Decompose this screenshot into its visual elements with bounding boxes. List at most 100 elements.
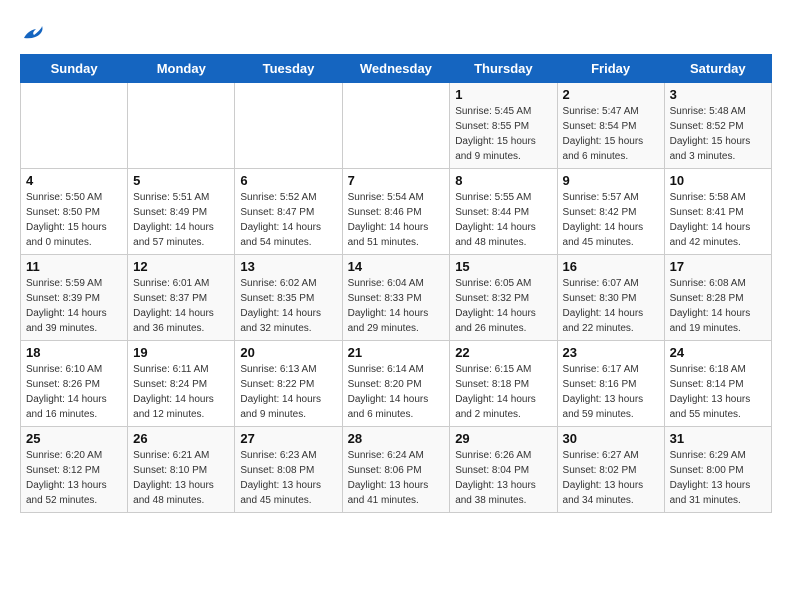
daylight-text: Daylight: 13 hours [240,480,321,491]
day-number: 15 [455,259,551,274]
day-info: Sunrise: 6:14 AMSunset: 8:20 PMDaylight:… [348,362,445,422]
daylight-text: Daylight: 13 hours [670,394,751,405]
sunrise-text: Sunrise: 5:58 AM [670,192,746,203]
sunrise-text: Sunrise: 6:08 AM [670,278,746,289]
daylight-text: Daylight: 14 hours [240,394,321,405]
sunset-text: Sunset: 8:39 PM [26,293,100,304]
daylight-text: Daylight: 14 hours [348,222,429,233]
day-number: 24 [670,345,766,360]
day-info: Sunrise: 5:47 AMSunset: 8:54 PMDaylight:… [563,104,659,164]
calendar-cell: 2 Sunrise: 5:47 AMSunset: 8:54 PMDaylight… [557,83,664,169]
day-info: Sunrise: 6:10 AMSunset: 8:26 PMDaylight:… [26,362,122,422]
day-info: Sunrise: 5:45 AMSunset: 8:55 PMDaylight:… [455,104,551,164]
day-number: 3 [670,87,766,102]
daylight-text: and 26 minutes. [455,323,526,334]
calendar-cell: 24 Sunrise: 6:18 AMSunset: 8:14 PMDayligh… [664,341,771,427]
day-info: Sunrise: 5:55 AM Sunset: 8:44 PM Daylight:… [455,190,551,250]
week-row-4: 18 Sunrise: 6:10 AMSunset: 8:26 PMDayligh… [21,341,772,427]
daylight-text: Daylight: 13 hours [455,480,536,491]
calendar-cell [128,83,235,169]
day-number: 4 [26,173,122,188]
day-number: 14 [348,259,445,274]
sunrise-text: Sunrise: 5:55 AM [455,192,531,203]
sunrise-text: Sunrise: 6:10 AM [26,364,102,375]
sunset-text: Sunset: 8:28 PM [670,293,744,304]
day-number: 30 [563,431,659,446]
day-number: 10 [670,173,766,188]
day-number: 12 [133,259,229,274]
sunset-text: Sunset: 8:04 PM [455,465,529,476]
daylight-text: Daylight: 14 hours [133,308,214,319]
calendar-cell: 27Sunrise: 6:23 AMSunset: 8:08 PMDayligh… [235,427,342,513]
daylight-text: and 45 minutes. [563,237,634,248]
calendar-cell [21,83,128,169]
calendar-cell: 1Sunrise: 5:45 AMSunset: 8:55 PMDaylight… [450,83,557,169]
sunrise-text: Sunrise: 5:54 AM [348,192,424,203]
calendar-cell [342,83,450,169]
daylight-text: and 54 minutes. [240,237,311,248]
sunset-text: Sunset: 8:10 PM [133,465,207,476]
sunrise-text: Sunrise: 6:26 AM [455,450,531,461]
day-info: Sunrise: 6:21 AMSunset: 8:10 PMDaylight:… [133,448,229,508]
calendar-cell [235,83,342,169]
daylight-text: and 29 minutes. [348,323,419,334]
day-info: Sunrise: 6:23 AMSunset: 8:08 PMDaylight:… [240,448,336,508]
sunrise-text: Sunrise: 6:21 AM [133,450,209,461]
daylight-text: and 34 minutes. [563,495,634,506]
sunset-text: Sunset: 8:02 PM [563,465,637,476]
sunset-text: Sunset: 8:44 PM [455,207,529,218]
day-header-wednesday: Wednesday [342,55,450,83]
day-info: Sunrise: 5:59 AMSunset: 8:39 PMDaylight:… [26,276,122,336]
day-info: Sunrise: 6:02 AMSunset: 8:35 PMDaylight:… [240,276,336,336]
sunset-text: Sunset: 8:22 PM [240,379,314,390]
calendar-cell: 19Sunrise: 6:11 AMSunset: 8:24 PMDayligh… [128,341,235,427]
day-number: 22 [455,345,551,360]
day-number: 23 [563,345,659,360]
day-info: Sunrise: 6:27 AMSunset: 8:02 PMDaylight:… [563,448,659,508]
calendar-cell: 9 Sunrise: 5:57 AMSunset: 8:42 PMDaylight… [557,169,664,255]
daylight-text: Daylight: 15 hours [26,222,107,233]
calendar-cell: 16Sunrise: 6:07 AMSunset: 8:30 PMDayligh… [557,255,664,341]
day-header-monday: Monday [128,55,235,83]
sunrise-text: Sunrise: 5:57 AM [563,192,639,203]
calendar-cell: 6Sunrise: 5:52 AMSunset: 8:47 PMDaylight… [235,169,342,255]
daylight-text: Daylight: 14 hours [670,308,751,319]
day-number: 5 [133,173,229,188]
sunrise-text: Sunrise: 6:04 AM [348,278,424,289]
logo [20,20,44,44]
sunset-text: Sunset: 8:24 PM [133,379,207,390]
day-number: 26 [133,431,229,446]
calendar-cell: 13Sunrise: 6:02 AMSunset: 8:35 PMDayligh… [235,255,342,341]
daylight-text: Daylight: 13 hours [348,480,429,491]
daylight-text: Daylight: 14 hours [455,222,536,233]
day-info: Sunrise: 5:50 AMSunset: 8:50 PMDaylight:… [26,190,122,250]
day-info: Sunrise: 5:57 AMSunset: 8:42 PMDaylight:… [563,190,659,250]
day-number: 2 [563,87,659,102]
day-number: 18 [26,345,122,360]
day-number: 17 [670,259,766,274]
sunrise-text: Sunrise: 6:14 AM [348,364,424,375]
sunset-text: Sunset: 8:14 PM [670,379,744,390]
page-header [20,20,772,44]
daylight-text: and 39 minutes. [26,323,97,334]
sunrise-text: Sunrise: 6:29 AM [670,450,746,461]
daylight-text: and 59 minutes. [563,409,634,420]
day-number: 9 [563,173,659,188]
calendar-cell: 15Sunrise: 6:05 AMSunset: 8:32 PMDayligh… [450,255,557,341]
sunset-text: Sunset: 8:06 PM [348,465,422,476]
day-info: Sunrise: 6:15 AMSunset: 8:18 PMDaylight:… [455,362,551,422]
daylight-text: and 22 minutes. [563,323,634,334]
bird-icon [22,24,44,42]
day-info: Sunrise: 6:20 AMSunset: 8:12 PMDaylight:… [26,448,122,508]
day-info: Sunrise: 6:01 AMSunset: 8:37 PMDaylight:… [133,276,229,336]
daylight-text: and 52 minutes. [26,495,97,506]
calendar-cell: 10Sunrise: 5:58 AMSunset: 8:41 PMDayligh… [664,169,771,255]
calendar-cell: 17 Sunrise: 6:08 AM Sunset: 8:28 PM Dayligh… [664,255,771,341]
daylight-text: and 31 minutes. [670,495,741,506]
day-info: Sunrise: 6:18 AMSunset: 8:14 PMDaylight:… [670,362,766,422]
day-number: 21 [348,345,445,360]
daylight-text: and 2 minutes. [455,409,521,420]
daylight-text: Daylight: 14 hours [240,222,321,233]
daylight-text: and 48 minutes. [455,237,526,248]
sunset-text: Sunset: 8:32 PM [455,293,529,304]
